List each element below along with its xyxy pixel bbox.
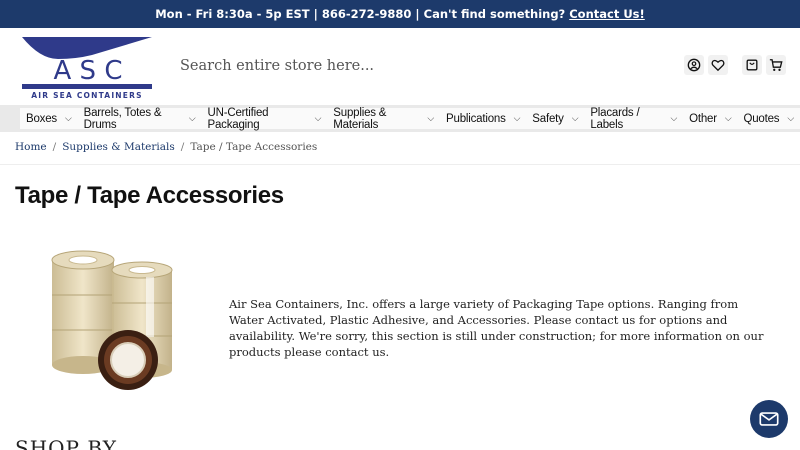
chevron-down-icon: ⌵: [188, 113, 196, 123]
shop-by-heading: SHOP BY: [15, 436, 117, 450]
chevron-down-icon: ⌵: [571, 113, 579, 123]
quote-bag-button[interactable]: [742, 55, 762, 75]
page-title: Tape / Tape Accessories: [15, 182, 284, 209]
nav-item-placards[interactable]: Placards / Labels ⌵: [584, 106, 683, 131]
wishlist-button[interactable]: [708, 55, 728, 75]
breadcrumb-home[interactable]: Home: [15, 141, 47, 153]
nav-menu: Boxes ⌵ Barrels, Totes & Drums ⌵ UN-Certif…: [20, 106, 800, 131]
nav-item-boxes[interactable]: Boxes ⌵: [20, 108, 78, 129]
logo-tagline: AIR SEA CONTAINERS: [31, 91, 142, 99]
nav-item-supplies[interactable]: Supplies & Materials ⌵: [327, 106, 440, 131]
nav-label: Publications: [446, 112, 506, 125]
chevron-down-icon: ⌵: [670, 113, 678, 123]
chevron-down-icon: ⌵: [724, 113, 732, 123]
divider: [0, 164, 800, 165]
search-input[interactable]: Search entire store here...: [180, 58, 374, 74]
announcement-text: Mon - Fri 8:30a - 5p EST | 866-272-9880 …: [155, 7, 566, 21]
nav-label: UN-Certified Packaging: [207, 106, 269, 131]
breadcrumb: Home / Supplies & Materials / Tape / Tape Ac…: [15, 141, 318, 153]
chevron-down-icon: ⌵: [513, 113, 521, 123]
nav-label: Barrels, Totes & Drums: [83, 106, 162, 131]
nav-label: Placards / Labels: [590, 106, 640, 131]
chevron-down-icon: ⌵: [314, 113, 322, 123]
cart-button[interactable]: [766, 55, 786, 75]
announcement-bar: Mon - Fri 8:30a - 5p EST | 866-272-9880 …: [0, 0, 800, 28]
category-description: Air Sea Containers, Inc. offers a large …: [229, 297, 764, 359]
nav-item-other[interactable]: Other ⌵: [683, 108, 737, 129]
main-navigation: Boxes ⌵ Barrels, Totes & Drums ⌵ UN-Certif…: [0, 105, 800, 132]
chat-button[interactable]: [750, 400, 788, 438]
contact-us-link[interactable]: Contact Us!: [569, 7, 645, 21]
cart-icon: [769, 59, 783, 71]
mail-icon: [759, 412, 779, 426]
nav-item-un-certified[interactable]: UN-Certified Packaging ⌵: [202, 106, 328, 131]
tape-rolls-image: [51, 250, 173, 390]
user-icon: [687, 58, 701, 72]
nav-label: Boxes: [26, 112, 57, 125]
site-logo[interactable]: A S C AIR SEA CONTAINERS: [20, 37, 157, 100]
chevron-down-icon: ⌵: [787, 113, 794, 123]
nav-item-publications[interactable]: Publications ⌵: [440, 108, 526, 129]
nav-label: Supplies & Materials: [333, 106, 387, 131]
shopping-bag-icon: [746, 59, 758, 71]
category-image: [40, 245, 190, 395]
nav-label: Safety: [532, 112, 564, 125]
header-actions: [684, 55, 786, 75]
heart-icon: [711, 59, 725, 72]
chevron-down-icon: ⌵: [427, 113, 435, 123]
breadcrumb-supplies[interactable]: Supplies & Materials: [62, 141, 175, 153]
logo-letters: A S C: [54, 56, 123, 86]
account-button[interactable]: [684, 55, 704, 75]
nav-item-safety[interactable]: Safety ⌵: [526, 108, 584, 129]
nav-label: Quotes: [743, 112, 780, 125]
logo-graphic: A S C AIR SEA CONTAINERS: [22, 37, 152, 100]
nav-label: Other: [689, 112, 717, 125]
breadcrumb-current: Tape / Tape Accessories: [190, 141, 318, 153]
site-header: A S C AIR SEA CONTAINERS Search entire s…: [0, 28, 800, 105]
nav-item-barrels[interactable]: Barrels, Totes & Drums ⌵: [78, 106, 202, 131]
nav-item-quotes[interactable]: Quotes ⌵: [737, 108, 800, 129]
chevron-down-icon: ⌵: [64, 113, 72, 123]
